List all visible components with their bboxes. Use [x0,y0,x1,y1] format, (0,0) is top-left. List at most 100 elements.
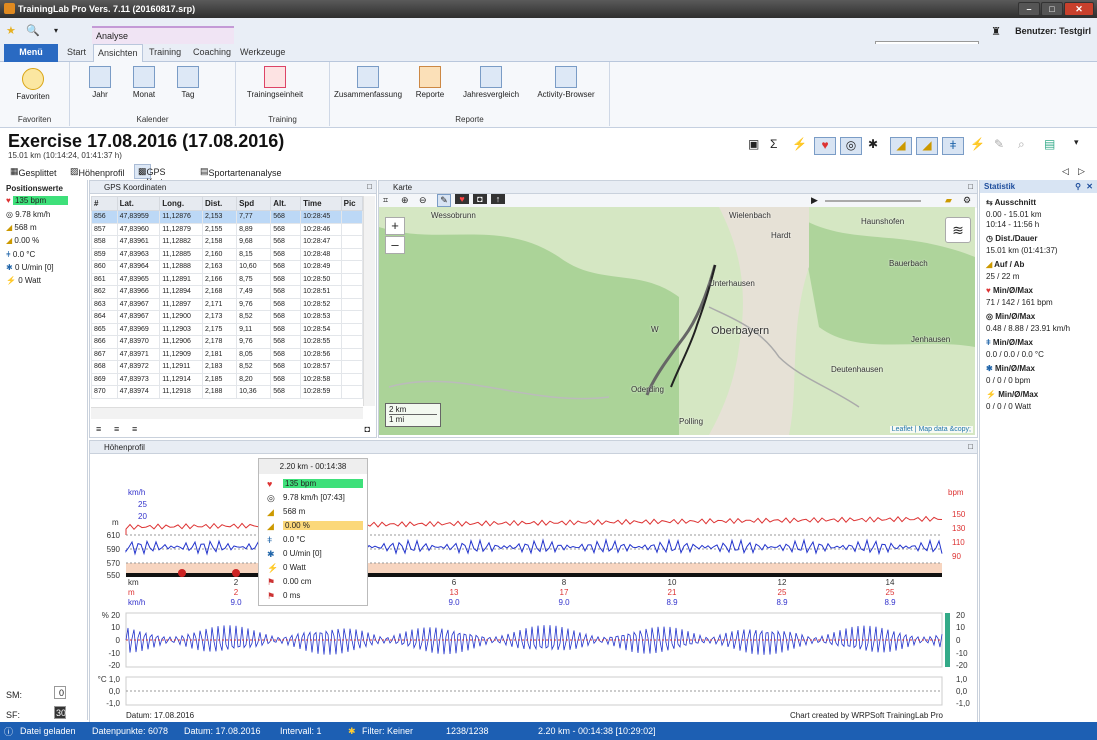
pin-icon[interactable]: ⚲ [1075,182,1081,191]
context-tab-analyse[interactable]: Analyse [92,26,234,44]
heart-toggle-icon[interactable]: ♥ [814,137,836,155]
gps-column-header[interactable]: Time [300,196,342,211]
scrollbar-horizontal[interactable] [91,407,363,419]
zoom-icon[interactable]: ⌕ [1018,137,1025,152]
runner-icon[interactable]: ⚡ [792,137,807,151]
table-row[interactable]: 869 47,83973 11,12914 2,185 8,20 568 10:28:58 [91,372,363,386]
nav-forward-icon[interactable]: ▷ [1078,166,1085,177]
arrow-icon[interactable]: ↑ [491,194,505,204]
tab-gps-karte[interactable]: ▩ GPS Karte [134,164,168,187]
chart-icon[interactable]: ▤ [1044,137,1055,151]
gps-column-header[interactable]: # [91,196,118,211]
maximize-icon[interactable]: □ [968,182,973,191]
table-row[interactable]: 862 47,83966 11,12894 2,168 7,49 568 10:28:51 [91,285,363,299]
table-cell: 47,83965 [116,272,161,286]
align-right-icon[interactable]: ≡ [132,424,137,434]
align-center-icon[interactable]: ≡ [114,424,119,434]
cadence-icon[interactable]: ✱ [868,137,878,151]
tab-ansichten[interactable]: Ansichten [93,44,143,62]
temperature-icon[interactable]: ǂ [942,137,964,155]
table-row[interactable]: 858 47,83961 11,12882 2,158 9,68 568 10:28:47 [91,235,363,249]
table-row[interactable]: 868 47,83972 11,12911 2,183 8,52 568 10:28:57 [91,360,363,374]
map-view[interactable]: Wessobrunn Wielenbach Haunshofen Hardt Bauer… [379,207,975,435]
monat-button[interactable]: Monat [126,66,162,99]
dropdown-icon[interactable]: ▾ [54,26,58,35]
gps-column-header[interactable]: Lat. [116,196,161,211]
tab-coaching[interactable]: Coaching [193,47,231,57]
align-left-icon[interactable]: ≡ [96,424,101,434]
star-icon[interactable]: ★ [6,24,16,37]
slope-icon[interactable]: ◢ [916,137,938,155]
fit-icon[interactable]: ⌗ [383,195,388,206]
tag-button[interactable]: Tag [170,66,206,99]
table-row[interactable]: 867 47,83971 11,12909 2,181 8,05 568 10:28:56 [91,347,363,361]
zusammenfassung-button[interactable]: Zusammenfassung [334,66,402,99]
table-row[interactable]: 866 47,83970 11,12906 2,178 9,76 568 10:28:55 [91,335,363,349]
table-row[interactable]: 863 47,83967 11,12897 2,171 9,76 568 10:28:52 [91,297,363,311]
table-cell [340,235,363,249]
stat-icon: ✱ [986,364,995,373]
nav-back-icon[interactable]: ◁ [1062,166,1069,177]
map-attribution[interactable]: Leaflet | Map data &copy; [889,426,973,433]
gps-column-header[interactable]: Dist. [201,196,238,211]
play-icon[interactable]: ▶ [811,195,818,206]
camera-icon[interactable]: ◘ [473,194,487,204]
close-button[interactable]: ✕ [1064,2,1094,16]
heart-marker-icon[interactable]: ♥ [455,194,469,204]
playback-slider[interactable] [825,200,921,202]
jahresvergleich-button[interactable]: Jahresvergleich [458,66,524,99]
chevron-down-icon[interactable]: ▾ [1074,137,1079,148]
gps-column-header[interactable]: Spd [236,196,272,211]
power-icon[interactable]: ⚡ [970,137,985,151]
table-row[interactable]: 856 47,83959 11,12876 2,153 7,77 568 10:28:45 [91,210,363,224]
layers-button[interactable]: ≋ [945,217,971,243]
table-row[interactable]: 870 47,83974 11,12918 2,188 10,36 568 10:28:59 [91,385,363,399]
tab-hoehenprofil[interactable]: ▨ Höhenprofil [70,166,125,178]
maximize-icon[interactable]: □ [367,182,372,191]
marker-icon[interactable]: ✎ [437,194,451,207]
camera-icon[interactable]: ◘ [365,424,370,434]
table-row[interactable]: 861 47,83965 11,12891 2,166 8,75 568 10:28:50 [91,272,363,286]
profile-chart[interactable]: 610590570550km/h2520mbpm15013011090kmmkm… [90,455,977,721]
zoom-in-icon[interactable]: ⊕ [401,195,409,206]
settings-icon[interactable]: ✎ [994,137,1004,151]
sf-input[interactable]: 30 [54,706,66,719]
gps-column-header[interactable]: Pic [340,196,363,211]
tab-werkzeuge[interactable]: Werkzeuge [240,47,285,57]
tab-sportartenanalyse[interactable]: ▤ Sportartenanalyse [200,166,282,178]
tab-start[interactable]: Start [67,47,86,57]
table-row[interactable]: 864 47,83967 11,12900 2,173 8,52 568 10:28:53 [91,310,363,324]
search-icon[interactable]: 🔍 [26,24,40,37]
reporte-button[interactable]: Reporte [408,66,452,99]
map-zoom-out-button[interactable]: – [385,236,405,254]
speed-toggle-icon[interactable]: ◎ [840,137,862,155]
maximize-icon[interactable]: □ [968,442,973,451]
table-row[interactable]: 860 47,83964 11,12888 2,163 10,60 568 10:28:49 [91,260,363,274]
sm-input[interactable]: 0 [54,686,66,699]
zoom-out-icon[interactable]: ⊖ [419,195,427,206]
print-icon[interactable]: ▣ [748,137,759,151]
settings-icon[interactable]: ⚙ [963,195,971,206]
table-row[interactable]: 857 47,83960 11,12879 2,155 8,89 568 10:28:46 [91,222,363,236]
table-row[interactable]: 859 47,83963 11,12885 2,160 8,15 568 10:28:48 [91,247,363,261]
sigma-icon[interactable]: Σ [770,137,777,151]
scrollbar-vertical[interactable] [363,196,375,406]
gps-column-header[interactable]: Alt. [270,196,302,211]
gps-column-header[interactable]: Long. [159,196,203,211]
close-icon[interactable]: ✕ [1086,182,1093,191]
map-zoom-in-button[interactable]: + [385,217,405,235]
minimize-button[interactable]: – [1018,2,1040,16]
activity-browser-button[interactable]: Activity-Browser [530,66,602,99]
favoriten-button[interactable]: Favoriten [8,68,58,101]
table-cell: 568 [270,347,302,361]
tab-training[interactable]: Training [149,47,181,57]
jahr-button[interactable]: Jahr [82,66,118,99]
open-folder-icon[interactable]: ▰ [945,195,952,206]
trainingseinheit-button[interactable]: Trainingseinheit [242,66,308,99]
menu-tab[interactable]: Menü [4,44,58,62]
status-filter[interactable]: Filter: Keiner [362,726,413,736]
altitude-icon[interactable]: ◢ [890,137,912,155]
table-row[interactable]: 865 47,83969 11,12903 2,175 9,11 568 10:28:54 [91,322,363,336]
maximize-button[interactable]: □ [1041,2,1063,16]
tab-gesplittet[interactable]: ▦ Gesplittet [10,166,57,178]
